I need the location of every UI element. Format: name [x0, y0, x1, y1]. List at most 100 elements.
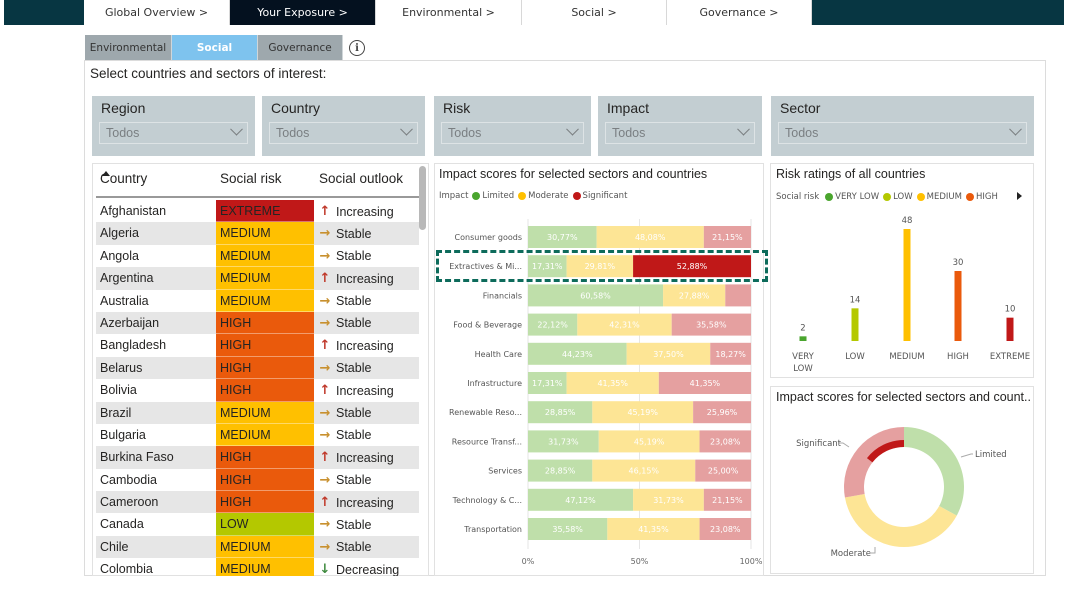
arrow-right-icon: →	[319, 226, 331, 242]
arrow-right-icon: →	[319, 293, 331, 309]
outlook-label: Increasing	[336, 271, 394, 286]
donut-slice-significant[interactable]	[844, 427, 904, 498]
risk-bar-extreme[interactable]	[1006, 317, 1014, 341]
risk-dropdown[interactable]: Todos	[441, 122, 584, 144]
risk-bar-very-low[interactable]	[799, 336, 807, 341]
tab-social[interactable]: Social	[172, 35, 258, 61]
donut-slice-moderate[interactable]	[844, 494, 957, 547]
cell-country: Angola	[100, 248, 139, 263]
category-label: Extractives & Mi...	[449, 262, 522, 271]
region-dropdown[interactable]: Todos	[99, 122, 248, 144]
x-category-label: LOW	[793, 364, 813, 374]
col-header-social-outlook[interactable]: Social outlook	[319, 171, 403, 186]
info-icon[interactable]: i	[349, 40, 365, 56]
tab-environmental[interactable]: Environmental	[85, 35, 172, 61]
slicer-label: Risk	[443, 100, 471, 116]
col-header-social-risk[interactable]: Social risk	[220, 171, 282, 186]
x-category-label: HIGH	[947, 352, 969, 362]
donut-slice-limited[interactable]	[904, 427, 964, 516]
table-row[interactable]: Canada LOW → Stable	[96, 513, 419, 536]
arrow-up-icon: ↑	[319, 271, 331, 287]
bar-data-label: 21,15%	[712, 233, 743, 242]
cell-social-outlook: → Stable	[318, 316, 372, 331]
cell-social-outlook: ↑ Increasing	[318, 338, 394, 353]
bar-data-label: 30,77%	[547, 233, 578, 242]
table-row[interactable]: Angola MEDIUM → Stable	[96, 244, 419, 268]
table-row[interactable]: Cambodia HIGH → Stable	[96, 468, 419, 492]
table-row[interactable]: Chile MEDIUM → Stable	[96, 535, 419, 559]
table-row[interactable]: Argentina MEDIUM ↑ Increasing	[96, 267, 419, 290]
table-row[interactable]: Bulgaria MEDIUM → Stable	[96, 423, 419, 447]
outlook-label: Stable	[336, 473, 372, 488]
arrow-right-icon: →	[319, 517, 331, 533]
outlook-label: Increasing	[336, 204, 394, 219]
dropdown-value: Todos	[276, 126, 310, 140]
table-row[interactable]: Burkina Faso HIGH ↑ Increasing	[96, 446, 419, 469]
slicer-risk: Risk Todos	[434, 96, 591, 156]
impact-donut-chart: Limited Moderate Significant	[796, 427, 1007, 559]
impact-bar-chart-panel: Impact scores for selected sectors and c…	[434, 163, 764, 576]
cell-social-outlook: ↓ Decreasing	[318, 562, 400, 576]
risk-bar-medium[interactable]	[903, 229, 911, 341]
bar-data-label: 35,58%	[552, 525, 583, 534]
bar-data-label: 31,73%	[653, 496, 684, 505]
arrow-right-icon: →	[319, 360, 331, 376]
bar-data-label: 41,35%	[638, 525, 669, 534]
nav-governance[interactable]: Governance >	[667, 0, 812, 25]
leader-line	[960, 453, 973, 458]
cell-country: Cambodia	[100, 472, 157, 487]
table-row[interactable]: Bolivia HIGH ↑ Increasing	[96, 379, 419, 402]
outlook-label: Stable	[336, 294, 372, 309]
table-row[interactable]: Belarus HIGH → Stable	[96, 356, 419, 380]
nav-social[interactable]: Social >	[522, 0, 667, 25]
sector-dropdown[interactable]: Todos	[778, 122, 1027, 144]
bar-data-label: 22,12%	[537, 321, 568, 330]
bar-data-label: 17,31%	[532, 379, 563, 388]
bar-data-label: 60,58%	[580, 291, 611, 300]
outlook-label: Increasing	[336, 383, 394, 398]
risk-bar-high[interactable]	[954, 271, 962, 341]
table-row[interactable]: Colombia MEDIUM ↓ Decreasing	[96, 558, 419, 576]
risk-bar-low[interactable]	[851, 308, 859, 341]
table-scrollbar[interactable]	[419, 166, 426, 230]
bar-data-label: 21,15%	[712, 496, 743, 505]
outlook-label: Stable	[336, 316, 372, 331]
impact-bar-chart: 0% 50% 100% Consumer goods 30,77% 48,08% 21,15…	[449, 219, 763, 566]
nav-environmental[interactable]: Environmental >	[376, 0, 522, 25]
table-row[interactable]: Cameroon HIGH ↑ Increasing	[96, 491, 419, 514]
table-row[interactable]: Azerbaijan HIGH → Stable	[96, 311, 419, 335]
cell-social-risk: MEDIUM	[216, 558, 314, 576]
slicer-label: Sector	[780, 100, 821, 116]
bar-data-label: 48,08%	[635, 233, 666, 242]
table-row[interactable]: Afghanistan EXTREME ↑ Increasing	[96, 200, 419, 223]
bar-data-label: 42,31%	[609, 321, 640, 330]
table-row[interactable]: Brazil MEDIUM → Stable	[96, 401, 419, 424]
nav-global-overview[interactable]: Global Overview >	[84, 0, 230, 25]
cell-social-risk: HIGH	[216, 379, 314, 402]
bar-segment-significant[interactable]	[725, 284, 751, 307]
cell-social-risk: EXTREME	[216, 200, 314, 223]
table-header: Country Social risk Social outlook	[96, 163, 419, 198]
top-navigation: Global Overview > Your Exposure > Enviro…	[4, 0, 1064, 25]
bar-data-label: 41,35%	[597, 379, 628, 388]
table-row[interactable]: Bangladesh HIGH ↑ Increasing	[96, 334, 419, 357]
cell-social-outlook: → Stable	[318, 428, 372, 443]
cell-social-risk: MEDIUM	[216, 289, 314, 312]
nav-your-exposure[interactable]: Your Exposure >	[230, 0, 376, 25]
outlook-label: Stable	[336, 428, 372, 443]
table-row[interactable]: Australia MEDIUM → Stable	[96, 289, 419, 312]
impact-dropdown[interactable]: Todos	[605, 122, 755, 144]
bar-data-label: 25,96%	[707, 408, 738, 417]
bar-data-label: 23,08%	[710, 437, 741, 446]
tab-governance[interactable]: Governance	[258, 35, 343, 61]
chevron-down-icon	[566, 122, 579, 136]
country-dropdown[interactable]: Todos	[269, 122, 418, 144]
dropdown-value: Todos	[785, 126, 819, 140]
chevron-down-icon	[400, 122, 413, 136]
cell-country: Afghanistan	[100, 204, 167, 218]
arrow-right-icon: →	[319, 248, 331, 264]
cell-country: Bangladesh	[100, 338, 167, 353]
cell-social-risk: HIGH	[216, 446, 314, 469]
bar-data-label: 46,15%	[629, 467, 660, 476]
table-row[interactable]: Algeria MEDIUM → Stable	[96, 222, 419, 245]
